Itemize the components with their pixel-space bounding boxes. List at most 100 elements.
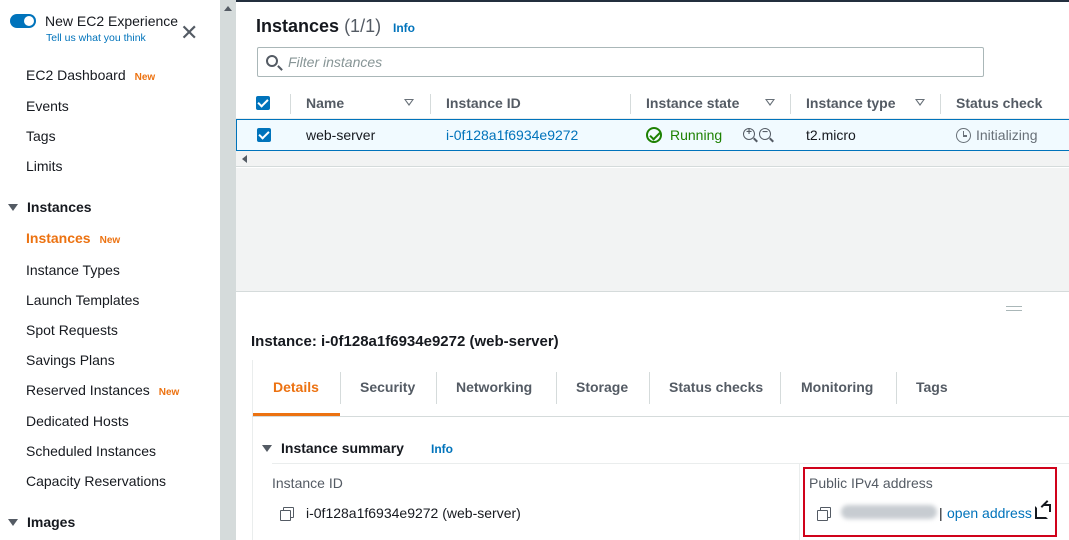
- zoom-in-icon[interactable]: +: [743, 128, 755, 140]
- sidebar-item-instance-types[interactable]: Instance Types: [26, 262, 120, 278]
- column-divider: [940, 94, 941, 114]
- sidebar-item-events[interactable]: Events: [26, 98, 69, 114]
- separator: |: [939, 505, 943, 521]
- horizontal-scrollbar[interactable]: [236, 151, 1069, 167]
- sort-caret-icon[interactable]: [915, 99, 925, 106]
- column-divider: [799, 463, 800, 540]
- column-divider: [430, 94, 431, 114]
- summary-heading[interactable]: Instance summary: [262, 440, 404, 456]
- sidebar-item-tags[interactable]: Tags: [26, 128, 56, 144]
- search-input[interactable]: [288, 52, 968, 72]
- column-divider: [790, 94, 791, 114]
- sidebar: New EC2 Experience Tell us what you thin…: [0, 0, 220, 540]
- tab-divider: [556, 372, 557, 404]
- caret-down-icon: [8, 204, 18, 211]
- column-divider: [290, 94, 291, 114]
- close-icon[interactable]: ✕: [180, 22, 198, 44]
- tab-monitoring[interactable]: Monitoring: [801, 379, 873, 395]
- select-all-checkbox[interactable]: [256, 96, 270, 110]
- column-header-instance-id[interactable]: Instance ID: [446, 95, 521, 111]
- sidebar-item-dedicated-hosts[interactable]: Dedicated Hosts: [26, 413, 129, 429]
- cell-status-check: Initializing: [976, 127, 1038, 143]
- sidebar-scrollbar[interactable]: [220, 0, 236, 540]
- detail-tabs: Details Security Networking Storage Stat…: [252, 360, 1069, 417]
- new-experience-toggle[interactable]: [10, 14, 36, 28]
- sidebar-section-images[interactable]: Images: [8, 514, 75, 530]
- sidebar-item-label: Reserved Instances: [26, 382, 150, 398]
- table-empty-area: [236, 168, 1069, 291]
- new-experience-title: New EC2 Experience: [45, 13, 179, 29]
- scroll-up-icon[interactable]: [224, 6, 232, 11]
- split-panel-divider: [236, 291, 1069, 292]
- public-ipv4-label: Public IPv4 address: [809, 475, 933, 491]
- tab-divider: [896, 372, 897, 404]
- sidebar-section-label: Instances: [27, 199, 92, 215]
- open-address-link[interactable]: open address: [947, 505, 1032, 521]
- main-content: Instances (1/1) Info Name Instance ID In…: [236, 0, 1069, 540]
- new-experience-toggle-row: New EC2 Experience Tell us what you thin…: [10, 12, 215, 46]
- copy-icon[interactable]: [817, 507, 831, 521]
- sidebar-item-ec2-dashboard[interactable]: EC2 Dashboard New: [26, 67, 155, 83]
- sidebar-item-label: EC2 Dashboard: [26, 67, 126, 83]
- tab-tags[interactable]: Tags: [916, 379, 948, 395]
- column-header-instance-state[interactable]: Instance state: [646, 95, 739, 111]
- top-border: [236, 0, 1069, 2]
- tab-networking[interactable]: Networking: [456, 379, 532, 395]
- sidebar-item-spot-requests[interactable]: Spot Requests: [26, 322, 118, 338]
- new-badge: New: [99, 235, 121, 246]
- column-header-instance-type[interactable]: Instance type: [806, 95, 895, 111]
- clock-icon: [956, 128, 971, 143]
- row-checkbox[interactable]: [257, 128, 271, 142]
- sidebar-item-capacity-reservations[interactable]: Capacity Reservations: [26, 473, 166, 489]
- zoom-out-icon[interactable]: −: [759, 128, 771, 140]
- check-circle-icon: [646, 127, 662, 143]
- tab-status-checks[interactable]: Status checks: [669, 379, 763, 395]
- sort-caret-icon[interactable]: [404, 99, 414, 106]
- column-divider: [630, 94, 631, 114]
- tab-divider: [436, 372, 437, 404]
- sidebar-item-instances[interactable]: Instances New: [26, 230, 120, 246]
- cell-name: web-server: [306, 127, 376, 143]
- feedback-link[interactable]: Tell us what you think: [46, 32, 146, 44]
- sidebar-item-launch-templates[interactable]: Launch Templates: [26, 292, 139, 308]
- instance-id-value: i-0f128a1f6934e9272 (web-server): [306, 505, 521, 521]
- summary-heading-label: Instance summary: [281, 440, 404, 456]
- active-tab-underline: [253, 413, 340, 416]
- tab-divider: [340, 372, 341, 404]
- new-badge: New: [134, 72, 156, 83]
- table-header: Name Instance ID Instance state Instance…: [236, 89, 1069, 119]
- new-badge: New: [158, 387, 180, 398]
- info-link[interactable]: Info: [393, 21, 415, 35]
- instance-id-label: Instance ID: [272, 475, 343, 491]
- instance-count: (1/1): [344, 16, 382, 36]
- search-icon: [266, 55, 278, 67]
- drag-handle-icon[interactable]: [1006, 306, 1022, 311]
- tab-storage[interactable]: Storage: [576, 379, 628, 395]
- cell-instance-state: Running: [670, 127, 723, 143]
- external-link-icon[interactable]: [1035, 504, 1051, 519]
- sidebar-item-scheduled-instances[interactable]: Scheduled Instances: [26, 443, 156, 459]
- filter-box[interactable]: [257, 47, 984, 77]
- column-header-status-check[interactable]: Status check: [956, 95, 1042, 111]
- redacted-ip-address: [841, 505, 937, 519]
- tab-security[interactable]: Security: [360, 379, 415, 395]
- page-title: Instances (1/1): [256, 16, 381, 37]
- sidebar-section-instances[interactable]: Instances: [8, 199, 92, 215]
- column-header-name[interactable]: Name: [306, 95, 344, 111]
- page-title-text: Instances: [256, 16, 340, 36]
- table-row[interactable]: web-server i-0f128a1f6934e9272 Running +…: [236, 119, 1069, 151]
- sort-caret-icon[interactable]: [765, 99, 775, 106]
- sidebar-item-savings-plans[interactable]: Savings Plans: [26, 352, 115, 368]
- sidebar-item-label: Instances: [26, 230, 91, 246]
- tab-details[interactable]: Details: [273, 379, 319, 395]
- sidebar-item-reserved-instances[interactable]: Reserved Instances New: [26, 382, 179, 398]
- caret-down-icon: [262, 445, 272, 452]
- tab-divider: [780, 372, 781, 404]
- cell-instance-id-link[interactable]: i-0f128a1f6934e9272: [446, 127, 578, 143]
- copy-icon[interactable]: [280, 507, 294, 521]
- instance-detail-title: Instance: i-0f128a1f6934e9272 (web-serve…: [251, 333, 559, 350]
- summary-info-link[interactable]: Info: [431, 442, 453, 456]
- sidebar-item-limits[interactable]: Limits: [26, 158, 63, 174]
- scroll-left-icon[interactable]: [242, 155, 247, 163]
- cell-instance-type: t2.micro: [806, 127, 856, 143]
